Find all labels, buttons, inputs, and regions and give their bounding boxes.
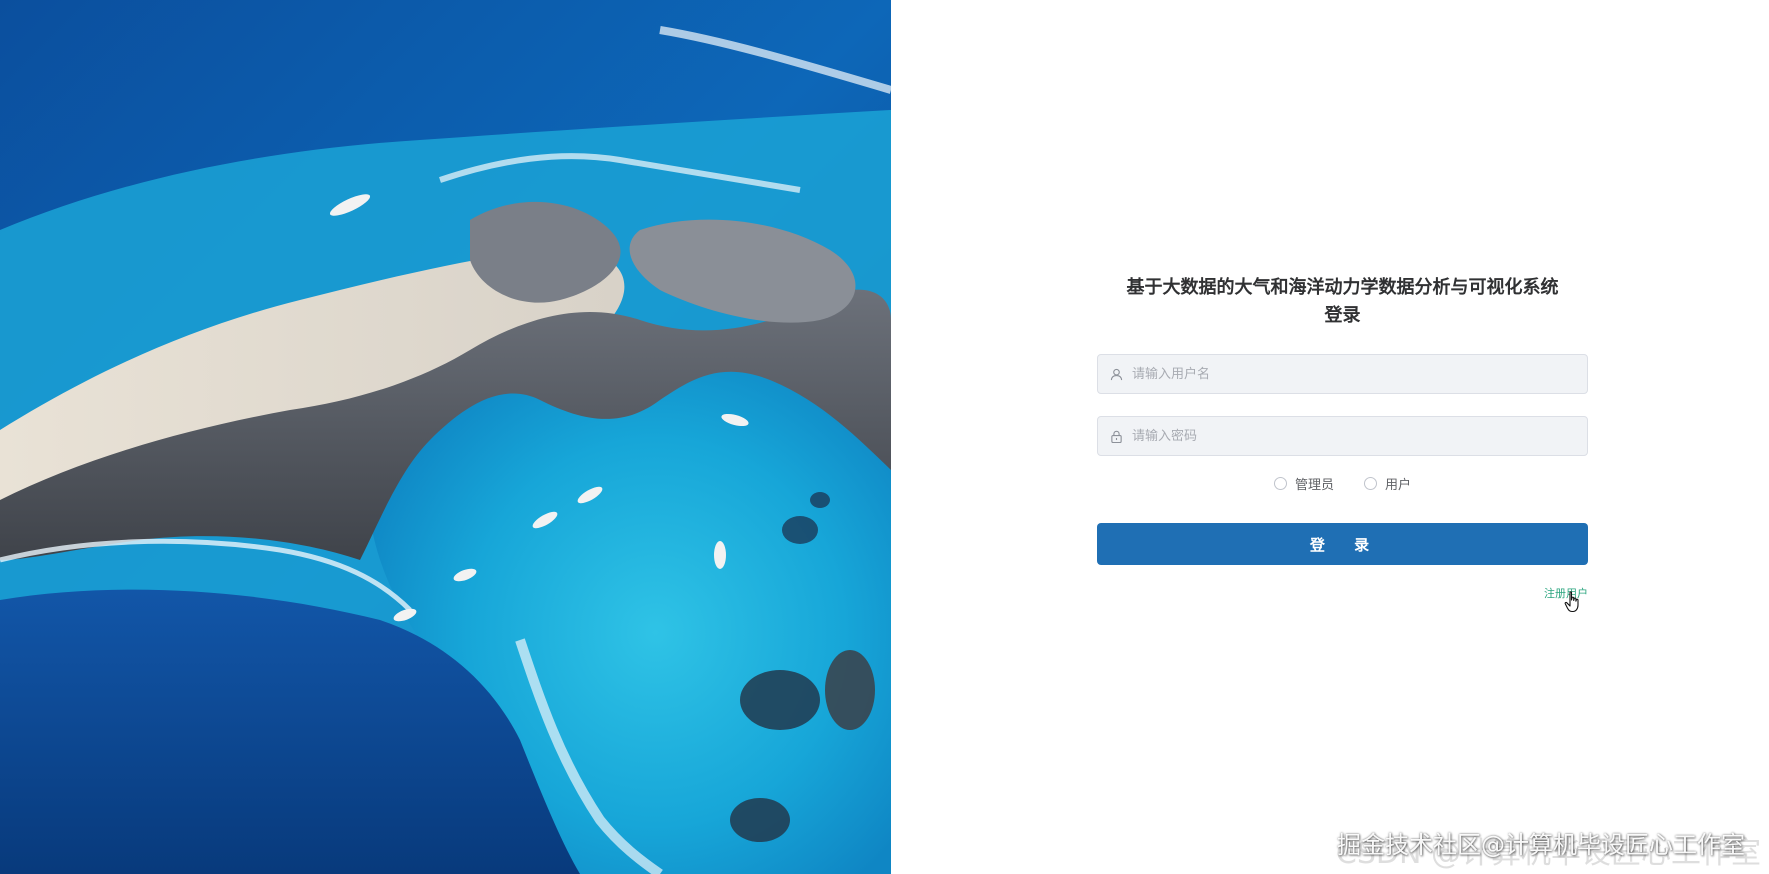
- lock-icon: [1108, 428, 1124, 444]
- login-page: 基于大数据的大气和海洋动力学数据分析与可视化系统 登录 请输入用户名 管理员 用…: [0, 0, 1769, 874]
- ocean-aerial-illustration: [0, 0, 891, 874]
- page-title: 基于大数据的大气和海洋动力学数据分析与可视化系统: [1126, 277, 1559, 298]
- login-panel: 基于大数据的大气和海洋动力学数据分析与可视化系统 登录 请输入用户名 管理员 用…: [891, 0, 1769, 874]
- username-field[interactable]: [1097, 354, 1588, 394]
- user-icon: [1108, 366, 1124, 382]
- user-radio[interactable]: [1364, 477, 1377, 490]
- ocean-aerial-image: [0, 0, 891, 874]
- admin-radio[interactable]: [1273, 477, 1287, 490]
- login-form: 基于大数据的大气和海洋动力学数据分析与可视化系统 登录 请输入用户名 管理员 用…: [1097, 274, 1588, 613]
- hand-pointer-icon: [1564, 591, 1582, 613]
- user-label: 用户: [1385, 478, 1412, 493]
- admin-label: 管理员: [1294, 478, 1334, 493]
- password-input[interactable]: [1130, 427, 1587, 445]
- juejin-watermark: 掘金技术社区@计算机毕设匠心工作室: [1337, 831, 1745, 859]
- role-selector: 管理员 用户: [1097, 474, 1588, 493]
- register-row: 注册用户: [1097, 585, 1588, 613]
- role-option-admin[interactable]: 管理员: [1273, 474, 1334, 493]
- password-field[interactable]: [1097, 416, 1588, 456]
- username-input[interactable]: [1130, 365, 1587, 383]
- login-subtitle: 登录: [1324, 305, 1361, 326]
- login-button[interactable]: 登 录: [1097, 523, 1588, 565]
- role-option-user[interactable]: 用户: [1364, 474, 1411, 493]
